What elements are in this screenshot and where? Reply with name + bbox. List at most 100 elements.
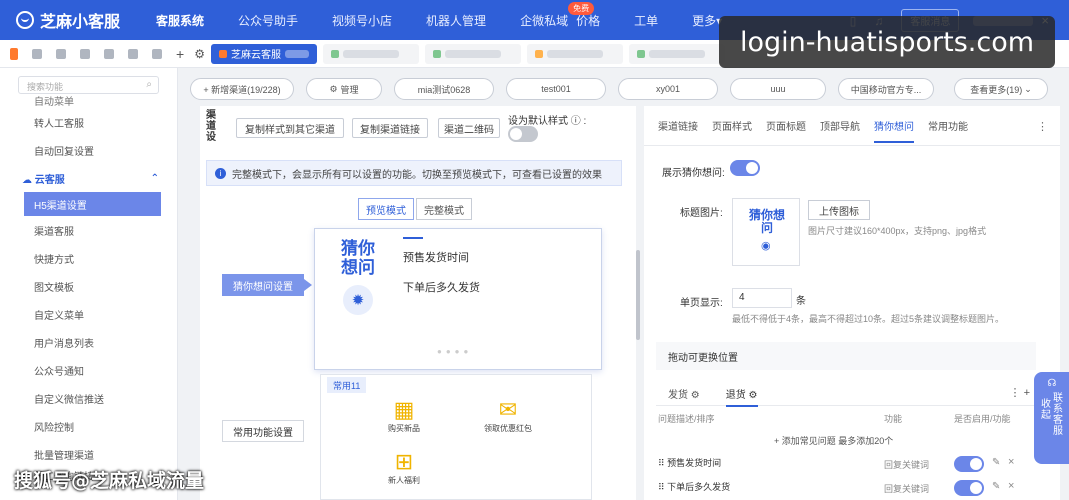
copy-style-button[interactable]: 复制样式到其它渠道 [236, 118, 344, 138]
sidebar-item[interactable]: 自定义微信推送 [0, 384, 177, 412]
tab-4[interactable] [526, 43, 623, 64]
delete-icon[interactable]: × [1008, 456, 1014, 468]
channel-chip[interactable]: uuu [730, 78, 826, 100]
upload-icon-button[interactable]: 上传图标 [808, 200, 870, 220]
sidebar-item[interactable]: 自定义菜单 [0, 300, 177, 328]
channel-chip[interactable]: xy001 [618, 78, 718, 100]
tab-page-title[interactable]: 页面标题 [766, 118, 806, 133]
tab-guess[interactable]: 猜你想问 [874, 118, 914, 143]
manage-label: 管理 [340, 84, 359, 95]
sidebar-group-cloud[interactable]: ☁ 云客服 ⌃ [0, 164, 177, 192]
more-icon[interactable]: ⋮ [1037, 120, 1048, 133]
toolbar-icon-2[interactable] [56, 48, 66, 59]
brand-logo[interactable]: 芝麻小客服 [16, 8, 156, 32]
tab-page-style[interactable]: 页面样式 [712, 118, 752, 133]
nav-kefu-system[interactable]: 客服系统 [156, 12, 204, 29]
plus-icon[interactable]: + [1024, 387, 1030, 399]
sidebar-search-input[interactable]: 搜索功能 ⌕ [18, 76, 159, 94]
enable-toggle[interactable] [954, 456, 984, 472]
guess-settings-pill[interactable]: 猜你想问设置 [222, 274, 312, 296]
tab-app-icon [432, 49, 441, 58]
sidebar-item[interactable]: 批量管理渠道 [0, 440, 177, 468]
tab-channel-link[interactable]: 渠道链接 [658, 118, 698, 133]
manage-channel-button[interactable]: ⚙ 管理 [306, 78, 382, 100]
tab-zhima-cloud[interactable]: 芝麻云客服 [210, 43, 317, 64]
group-tab-return[interactable]: 退货 ⚙ [725, 386, 758, 407]
func-buy-new[interactable]: ▦ 购买新品 [369, 397, 439, 434]
channel-chip[interactable]: test001 [506, 78, 606, 100]
nav-price[interactable]: 价格 [576, 12, 600, 29]
single-page-hint: 最低不得低于4条，最高不得超过10条。超过5条建议调整标题图片。 [732, 314, 1005, 324]
sidebar-item-transfer[interactable]: 转人工客服 [0, 108, 177, 136]
channel-row: + 新增渠道(19/228) ⚙ 管理 mia测试0628 test001 xy0… [190, 78, 1060, 100]
contact-label[interactable]: 联系客服 [1052, 393, 1064, 437]
sidebar-item[interactable]: 渠道客服 [0, 216, 177, 244]
toolbar-icon-3[interactable] [80, 48, 90, 59]
guess-question[interactable]: 预售发货时间 [403, 249, 469, 265]
sidebar-item-h5-channel[interactable]: H5渠道设置 [24, 192, 161, 216]
sidebar-item[interactable]: 风险控制 [0, 412, 177, 440]
title-image-preview[interactable]: 猜你想问 ◉ [732, 198, 800, 266]
single-page-unit: 条 [796, 296, 806, 307]
func-label: 新人福利 [388, 476, 420, 485]
toolbar-icon-5[interactable] [128, 48, 138, 59]
guess-question[interactable]: 下单后多久发货 [403, 279, 480, 295]
group-tools[interactable]: ⋮ + [1010, 386, 1031, 399]
tab-5[interactable] [628, 43, 725, 64]
sidebar-item[interactable]: 图文模板 [0, 272, 177, 300]
app-icon[interactable] [10, 47, 18, 60]
gear-icon[interactable]: ⚙ [194, 47, 205, 61]
drag-handle-icon[interactable]: ⠿ [658, 458, 665, 468]
scrollbar[interactable] [636, 250, 640, 340]
preview-mode-tab[interactable]: 预览模式 [358, 198, 414, 220]
headset-icon: ☊ [1047, 378, 1057, 389]
sidebar-item[interactable]: 用户消息列表 [0, 328, 177, 356]
add-question-button[interactable]: + 添加常见问题 最多添加20个 [774, 434, 893, 447]
group-tab-shipping[interactable]: 发货 ⚙ [668, 386, 700, 401]
common-functions-card[interactable]: 常用11 ▦ 购买新品 ✉ 领取优惠红包 ⊞ 新人福利 [320, 374, 592, 500]
sidebar-item-auto-reply[interactable]: 自动回复设置 [0, 136, 177, 164]
tab-blurred-text [648, 49, 705, 58]
question-row[interactable]: ⠿ 预售发货时间 回复关键词 ✎ × [658, 456, 1038, 476]
plus-icon[interactable]: + [176, 46, 184, 62]
channel-chip[interactable]: 中国移动官方专... [838, 78, 934, 100]
toolbar-icon-6[interactable] [152, 48, 162, 59]
nav-ticket[interactable]: 工单 [634, 12, 658, 29]
delete-icon[interactable]: × [1008, 480, 1014, 492]
enable-toggle[interactable] [954, 480, 984, 496]
default-style-toggle[interactable] [508, 126, 538, 142]
tab-common-func[interactable]: 常用功能 [928, 118, 968, 133]
view-more-channels-button[interactable]: 查看更多(19) ⌄ [954, 78, 1048, 100]
nav-official-account[interactable]: 公众号助手 [238, 12, 298, 29]
nav-video-shop[interactable]: 视频号小店 [332, 12, 392, 29]
tab-top-nav[interactable]: 顶部导航 [820, 118, 860, 133]
more-icon[interactable]: ⋮ [1010, 387, 1021, 399]
sidebar-item-auto-menu[interactable]: 自动菜单 [0, 94, 177, 108]
edit-icon[interactable]: ✎ [992, 457, 1000, 468]
question-row[interactable]: ⠿ 下单后多久发货 回复关键词 ✎ × [658, 480, 1038, 500]
edit-icon[interactable]: ✎ [992, 481, 1000, 492]
nav-wecom[interactable]: 企微私域 免费 [520, 1, 595, 29]
tab-3[interactable] [424, 43, 521, 64]
sidebar-item[interactable]: 快捷方式 [0, 244, 177, 272]
show-guess-toggle[interactable] [730, 160, 760, 176]
tab-2[interactable] [322, 43, 419, 64]
func-newcomer[interactable]: ⊞ 新人福利 [369, 449, 439, 486]
contact-kefu-float[interactable]: ☊ 收起 联系客服 [1034, 372, 1069, 464]
copy-link-button[interactable]: 复制渠道链接 [352, 118, 428, 138]
collapse-label[interactable]: 收起 [1040, 399, 1052, 437]
nav-more[interactable]: 更多▾ [692, 12, 722, 29]
nav-robot[interactable]: 机器人管理 [426, 12, 486, 29]
full-mode-tab[interactable]: 完整模式 [416, 198, 472, 220]
channel-chip[interactable]: mia测试0628 [394, 78, 494, 100]
toolbar-icon-1[interactable] [32, 48, 42, 59]
guess-preview-card[interactable]: 猜你想问 ✹ 预售发货时间 下单后多久发货 ●●●● [314, 228, 602, 370]
sidebar-item[interactable]: 公众号通知 [0, 356, 177, 384]
single-page-input[interactable]: 4 [732, 288, 792, 308]
common-func-settings-pill[interactable]: 常用功能设置 [222, 420, 304, 442]
qrcode-button[interactable]: 渠道二维码 [438, 118, 500, 138]
add-channel-button[interactable]: + 新增渠道(19/228) [190, 78, 294, 100]
func-coupon[interactable]: ✉ 领取优惠红包 [473, 397, 543, 434]
toolbar-icon-4[interactable] [104, 48, 114, 59]
drag-handle-icon[interactable]: ⠿ [658, 482, 665, 492]
